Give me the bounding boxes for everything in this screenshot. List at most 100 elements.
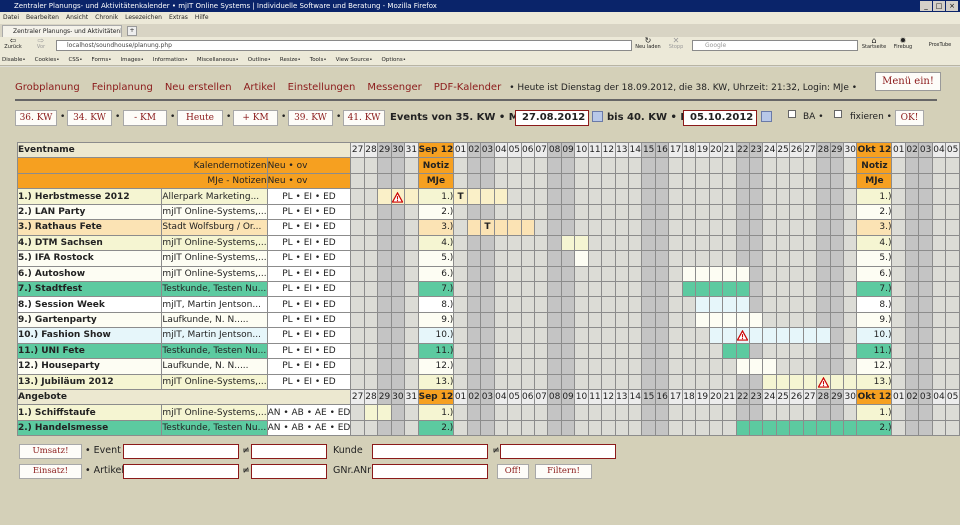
- day-cell[interactable]: [654, 280, 670, 298]
- day-cell[interactable]: [904, 296, 920, 313]
- day-cell[interactable]: [708, 234, 724, 252]
- day-cell[interactable]: [453, 280, 468, 298]
- day-cell[interactable]: [601, 219, 616, 236]
- day-cell[interactable]: [404, 327, 419, 344]
- day-cell[interactable]: [842, 358, 858, 375]
- url-bar[interactable]: localhost/soundhouse/planung.php: [56, 40, 632, 51]
- day-cell[interactable]: [802, 327, 818, 344]
- note-label[interactable]: Notiz: [417, 157, 455, 174]
- day-cell[interactable]: [722, 234, 737, 252]
- day-cell[interactable]: [560, 373, 576, 391]
- day-cell[interactable]: [453, 404, 468, 421]
- day-cell[interactable]: [533, 419, 549, 437]
- day-cell[interactable]: [816, 234, 831, 252]
- day-cell[interactable]: [520, 296, 535, 313]
- day-cell[interactable]: [453, 219, 468, 236]
- event-name[interactable]: 4.) DTM Sachsen: [16, 234, 163, 252]
- devbar-item[interactable]: Disable•: [2, 54, 26, 65]
- day-cell[interactable]: [842, 219, 858, 236]
- day-cell[interactable]: [493, 265, 509, 282]
- day-cell[interactable]: [722, 373, 737, 391]
- menu-item[interactable]: Extras: [169, 12, 188, 24]
- day-cell[interactable]: [762, 234, 777, 252]
- day-cell[interactable]: [587, 358, 603, 375]
- day-cell[interactable]: [789, 250, 804, 267]
- day-cell[interactable]: [681, 219, 697, 236]
- day-cell[interactable]: [904, 265, 920, 282]
- day-cell[interactable]: [708, 311, 724, 329]
- day-cell[interactable]: [695, 203, 710, 221]
- day-cell[interactable]: [466, 404, 482, 421]
- day-cell[interactable]: [493, 188, 509, 205]
- event-location[interactable]: mjIT Online-Systems,...: [161, 404, 268, 421]
- day-cell[interactable]: [904, 419, 920, 437]
- day-cell[interactable]: [891, 419, 906, 437]
- day-cell[interactable]: [533, 265, 549, 282]
- day-cell[interactable]: [587, 188, 603, 205]
- calendar-icon[interactable]: [761, 111, 772, 122]
- day-cell[interactable]: [722, 419, 737, 437]
- day-cell[interactable]: [775, 311, 791, 329]
- day-cell[interactable]: [945, 296, 960, 313]
- event-name[interactable]: 9.) Gartenparty: [16, 311, 163, 329]
- day-cell[interactable]: [560, 358, 576, 375]
- day-cell[interactable]: [480, 419, 495, 437]
- day-cell[interactable]: [762, 296, 777, 313]
- day-cell[interactable]: [945, 373, 960, 391]
- day-cell[interactable]: [668, 265, 683, 282]
- day-cell[interactable]: [816, 203, 831, 221]
- day-cell[interactable]: [918, 342, 933, 360]
- day-cell[interactable]: [945, 188, 960, 205]
- day-cell[interactable]: [842, 265, 858, 282]
- day-cell[interactable]: [748, 250, 764, 267]
- nav-link-pdf-kalender[interactable]: PDF-Kalender: [434, 82, 501, 94]
- day-cell[interactable]: [377, 358, 392, 375]
- day-cell[interactable]: [904, 342, 920, 360]
- day-cell[interactable]: [377, 342, 392, 360]
- day-cell[interactable]: [520, 419, 535, 437]
- day-cell[interactable]: [614, 404, 630, 421]
- day-cell[interactable]: [762, 203, 777, 221]
- day-cell[interactable]: [507, 296, 522, 313]
- day-cell[interactable]: [587, 219, 603, 236]
- day-cell[interactable]: [601, 280, 616, 298]
- day-cell[interactable]: [641, 188, 656, 205]
- back-button[interactable]: ⇦ Zurück: [2, 37, 24, 51]
- day-cell[interactable]: [560, 419, 576, 437]
- day-cell[interactable]: [363, 327, 379, 344]
- nav-link-feinplanung[interactable]: Feinplanung: [92, 82, 153, 94]
- day-cell[interactable]: [708, 188, 724, 205]
- day-cell[interactable]: [789, 327, 804, 344]
- event-location[interactable]: mjIT Online-Systems,...: [161, 373, 268, 391]
- day-cell[interactable]: [533, 203, 549, 221]
- day-cell[interactable]: [390, 358, 406, 375]
- day-cell[interactable]: [681, 358, 697, 375]
- day-cell[interactable]: [574, 234, 589, 252]
- day-cell[interactable]: [363, 373, 379, 391]
- day-cell[interactable]: [668, 250, 683, 267]
- day-cell[interactable]: [574, 219, 589, 236]
- event-location[interactable]: mjIT, Martin Jentson...: [161, 327, 268, 344]
- day-cell[interactable]: [931, 373, 947, 391]
- day-cell[interactable]: [829, 373, 845, 391]
- day-cell[interactable]: [735, 219, 750, 236]
- day-cell[interactable]: [695, 250, 710, 267]
- day-cell[interactable]: [453, 250, 468, 267]
- kw34-button[interactable]: 34. KW: [67, 110, 112, 126]
- day-cell[interactable]: [601, 250, 616, 267]
- day-cell[interactable]: [493, 219, 509, 236]
- day-cell[interactable]: [587, 404, 603, 421]
- day-cell[interactable]: [520, 265, 535, 282]
- day-cell[interactable]: [627, 358, 643, 375]
- day-cell[interactable]: [377, 219, 392, 236]
- day-cell[interactable]: [891, 280, 906, 298]
- day-cell[interactable]: [627, 188, 643, 205]
- day-cell[interactable]: [574, 419, 589, 437]
- day-cell[interactable]: [404, 404, 419, 421]
- day-cell[interactable]: [507, 311, 522, 329]
- day-cell[interactable]: [520, 311, 535, 329]
- day-cell[interactable]: [891, 234, 906, 252]
- day-cell[interactable]: [789, 296, 804, 313]
- day-cell[interactable]: [735, 265, 750, 282]
- day-cell[interactable]: [453, 327, 468, 344]
